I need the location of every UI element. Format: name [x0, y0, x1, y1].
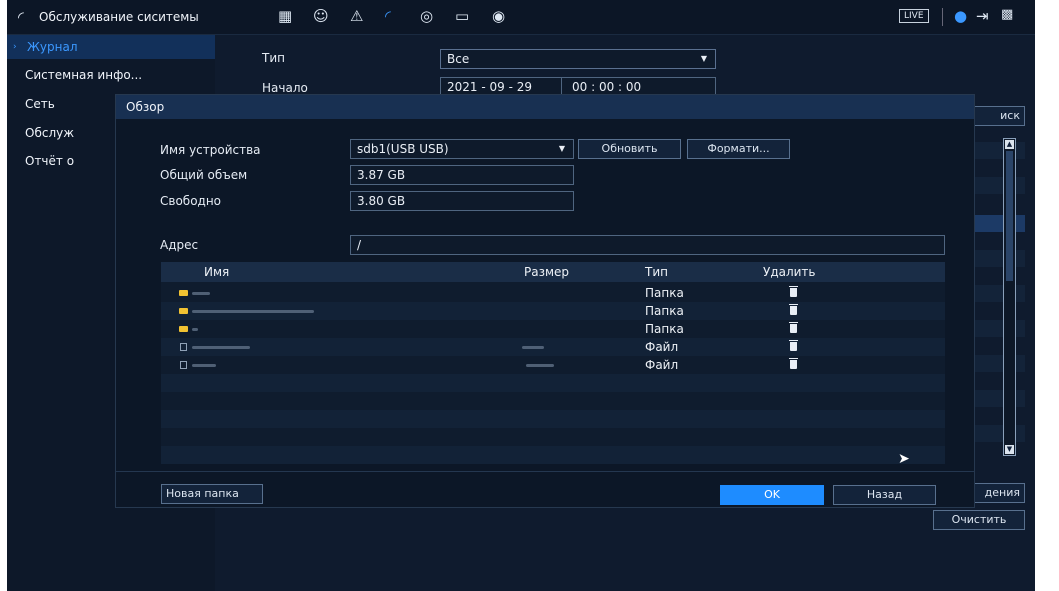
total-capacity-value: 3.87 GB [350, 165, 574, 185]
logout-icon[interactable]: ⇥ [976, 9, 989, 24]
chevron-down-icon: ▼ [558, 144, 565, 153]
row-type: Папка [645, 304, 684, 318]
face-icon[interactable]: ☺ [313, 9, 329, 24]
device-select[interactable]: sdb1(USB USB) ▼ [350, 139, 574, 159]
file-name [192, 364, 216, 367]
file-icon [180, 343, 187, 351]
back-button[interactable]: Назад [833, 485, 936, 505]
chevron-right-icon: › [13, 42, 17, 52]
sidebar-item-label: Сеть [25, 97, 55, 111]
file-icon [180, 361, 187, 369]
file-table: Имя Размер Тип Удалить Папка Папка Папка… [161, 262, 945, 464]
chevron-down-icon: ▼ [700, 54, 707, 63]
trash-icon[interactable] [789, 286, 798, 297]
table-row[interactable]: Файл [161, 356, 945, 374]
alarm-icon[interactable]: ⚠ [350, 9, 363, 24]
row-type: Файл [645, 340, 679, 354]
device-name-label: Имя устройства [160, 143, 261, 157]
trash-icon[interactable] [789, 322, 798, 333]
folder-icon [179, 326, 188, 332]
ok-button[interactable]: OK [720, 485, 824, 505]
start-label: Начало [262, 81, 308, 95]
sidebar-item-label: Журнал [27, 40, 78, 54]
col-name: Имя [204, 265, 230, 279]
refresh-button[interactable]: Обновить [578, 139, 681, 159]
display-icon[interactable]: ▭ [455, 9, 469, 24]
record-icon[interactable]: ◎ [420, 9, 433, 24]
col-type: Тип [645, 265, 668, 279]
file-name [192, 346, 250, 349]
type-select[interactable]: Все ▼ [440, 49, 716, 69]
trash-icon[interactable] [789, 340, 798, 351]
table-row-empty [161, 374, 945, 392]
table-row[interactable]: Папка [161, 302, 945, 320]
file-size [526, 364, 554, 367]
qr-icon[interactable]: ▩ [1001, 8, 1013, 21]
mouse-cursor-icon: ➤ [898, 451, 910, 467]
table-row[interactable]: Файл [161, 338, 945, 356]
address-input[interactable]: / [350, 235, 945, 255]
table-row[interactable]: Папка [161, 284, 945, 302]
start-date-value: 2021 - 09 - 29 [447, 80, 532, 94]
table-header: Имя Размер Тип Удалить [161, 262, 945, 282]
file-name [192, 310, 314, 313]
sidebar-item-label: Системная инфо... [25, 68, 143, 82]
row-type: Папка [645, 322, 684, 336]
analytics-icon[interactable]: ▦ [278, 9, 292, 24]
audio-icon[interactable]: ◉ [492, 9, 505, 24]
folder-icon [179, 308, 188, 314]
background-scrollbar[interactable]: ▲ ▼ [1003, 138, 1016, 456]
free-space-value: 3.80 GB [350, 191, 574, 211]
live-button[interactable]: LIVE [899, 9, 929, 23]
scroll-down-icon[interactable]: ▼ [1005, 445, 1014, 454]
search-button[interactable]: иск [972, 106, 1025, 126]
sidebar-item-label: Обслуж [25, 126, 75, 140]
sidebar-item-system-info[interactable]: Системная инфо... [7, 63, 215, 87]
table-row-empty [161, 446, 945, 464]
row-type: Папка [645, 286, 684, 300]
dialog-title: Обзор [116, 95, 974, 119]
backup-button[interactable]: дения [972, 483, 1025, 503]
new-folder-button[interactable]: Новая папка [161, 484, 263, 504]
table-row-empty [161, 392, 945, 410]
folder-icon [179, 290, 188, 296]
device-select-value: sdb1(USB USB) [357, 142, 449, 156]
page-title: Обслуживание сиситемы [39, 10, 199, 24]
sidebar-item-journal[interactable]: › Журнал [7, 35, 215, 59]
clear-button[interactable]: Очистить [933, 510, 1025, 530]
file-size [522, 346, 544, 349]
table-row-empty [161, 410, 945, 428]
free-space-label: Свободно [160, 194, 222, 208]
sidebar-item-label: Отчёт о [25, 154, 75, 168]
type-select-value: Все [447, 52, 470, 66]
app-window: ◜ Обслуживание сиситемы ▦ ☺ ⚠ ◜ ◎ ▭ ◉ LI… [7, 0, 1035, 591]
file-name [192, 292, 210, 295]
trash-icon[interactable] [789, 304, 798, 315]
type-label: Тип [262, 51, 285, 65]
scroll-up-icon[interactable]: ▲ [1005, 140, 1014, 149]
row-type: Файл [645, 358, 679, 372]
table-row[interactable]: Папка [161, 320, 945, 338]
trash-icon[interactable] [789, 358, 798, 369]
top-bar: ◜ Обслуживание сиситемы ▦ ☺ ⚠ ◜ ◎ ▭ ◉ LI… [7, 0, 1035, 35]
table-row-empty [161, 428, 945, 446]
address-label: Адрес [160, 238, 199, 252]
total-capacity-label: Общий объем [160, 168, 248, 182]
browse-dialog: Обзор Имя устройства sdb1(USB USB) ▼ Обн… [115, 94, 975, 508]
col-size: Размер [524, 265, 570, 279]
maintenance-icon[interactable]: ◜ [385, 9, 391, 24]
user-icon[interactable]: ● [954, 9, 967, 24]
col-delete: Удалить [763, 265, 816, 279]
format-button[interactable]: Формати... [687, 139, 790, 159]
file-name [192, 328, 198, 331]
background-table [975, 130, 1025, 460]
scrollbar-thumb[interactable] [1006, 151, 1013, 281]
maintenance-gauge-icon: ◜ [18, 8, 24, 26]
